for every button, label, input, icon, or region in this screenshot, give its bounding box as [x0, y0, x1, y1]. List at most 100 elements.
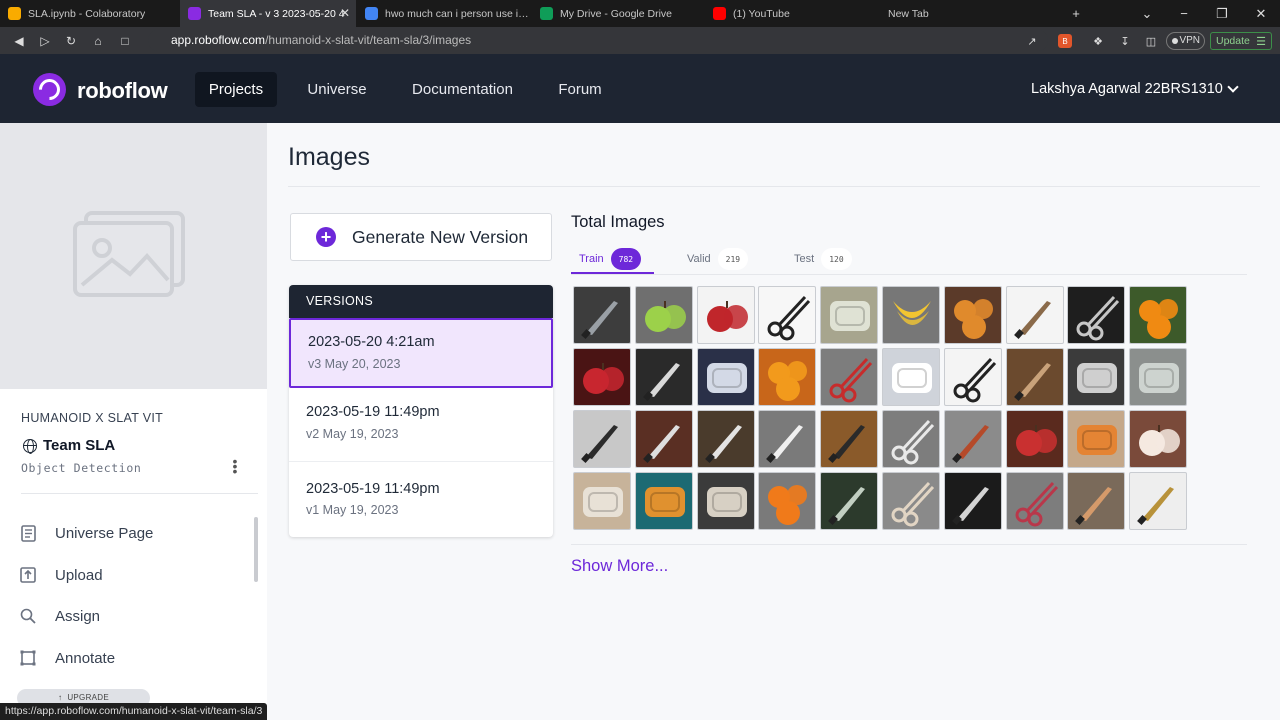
tab-search-icon[interactable]: ⌄ — [1136, 0, 1158, 27]
image-thumbnail-knife[interactable] — [573, 286, 631, 344]
tab-train[interactable]: Train 782 — [579, 245, 642, 273]
browser-tab[interactable]: Team SLA - v 3 2023-05-20 4 ✕ — [180, 0, 356, 27]
sidebar-toggle-icon[interactable]: ◫ — [1144, 34, 1158, 48]
image-thumbnail-knife[interactable] — [758, 410, 817, 468]
image-thumbnail-scissors[interactable] — [882, 472, 940, 530]
image-thumbnail-scissors[interactable] — [1067, 286, 1126, 344]
browser-tab-label: hwo much can i person use in go — [385, 7, 531, 20]
browser-tab[interactable]: SLA.ipynb - Colaboratory — [0, 0, 178, 27]
image-thumbnail-knife[interactable] — [573, 410, 631, 468]
image-thumbnail-pillow[interactable] — [820, 286, 879, 344]
roboflow-icon — [188, 7, 201, 20]
versions-header: VERSIONS — [289, 285, 553, 318]
annotate-icon — [19, 649, 37, 667]
browser-tab[interactable]: New Tab — [880, 0, 1060, 27]
show-more-link[interactable]: Show More... — [571, 557, 668, 576]
tab-count-badge: 120 — [821, 248, 852, 270]
image-thumbnail-scissors[interactable] — [882, 410, 940, 468]
new-tab-icon[interactable]: + — [1065, 0, 1087, 27]
image-thumbnail-apple[interactable] — [1005, 410, 1064, 468]
update-button[interactable]: Update ☰ — [1210, 32, 1272, 50]
image-thumbnail-pillow[interactable] — [696, 348, 755, 406]
browser-tab[interactable]: (1) YouTube — [705, 0, 879, 27]
close-window-icon[interactable]: ✕ — [1248, 0, 1274, 27]
grid-divider — [571, 544, 1247, 545]
image-thumbnail-apple[interactable] — [573, 348, 631, 406]
sidebar-item-universe-page[interactable]: Universe Page — [19, 521, 153, 545]
reload-icon[interactable]: ↻ — [62, 32, 80, 50]
image-thumbnail-apple[interactable] — [1129, 410, 1188, 468]
version-date: 2023-05-19 11:49pm — [306, 481, 440, 497]
search-icon — [19, 607, 37, 625]
download-icon[interactable]: ↧ — [1118, 34, 1132, 48]
image-thumbnail-pillow[interactable] — [573, 472, 631, 530]
upgrade-label: UPGRADE — [67, 693, 110, 702]
generate-new-version-button[interactable]: + Generate New Version — [290, 213, 552, 261]
image-thumbnail-knife[interactable] — [1005, 348, 1064, 406]
bookmark-icon[interactable]: □ — [116, 32, 134, 50]
tab-valid[interactable]: Valid 219 — [687, 245, 749, 273]
user-menu[interactable]: Lakshya Agarwal 22BRS1310 — [1031, 81, 1223, 97]
back-arrow-icon[interactable]: ◀ — [10, 32, 28, 50]
nav-forum[interactable]: Forum — [548, 72, 612, 107]
url-field[interactable]: app.roboflow.com/humanoid-x-slat-vit/tea… — [148, 30, 1048, 51]
image-thumbnail-knife[interactable] — [634, 348, 693, 406]
image-thumbnail-scissors[interactable] — [1005, 472, 1064, 530]
sidebar-item-assign[interactable]: Assign — [19, 604, 100, 628]
home-icon[interactable]: ⌂ — [89, 32, 107, 50]
browser-tab[interactable]: My Drive - Google Drive — [532, 0, 704, 27]
kebab-menu-icon[interactable]: • • • — [230, 454, 240, 478]
globe-icon — [23, 439, 37, 454]
image-thumbnail-knife[interactable] — [943, 472, 1002, 530]
sidebar-item-upload[interactable]: Upload — [19, 563, 103, 587]
forward-arrow-icon[interactable]: ▷ — [36, 32, 54, 50]
version-item-v3[interactable]: 2023-05-20 4:21am v3 May 20, 2023 — [289, 318, 553, 388]
logo-text[interactable]: roboflow — [77, 78, 168, 104]
extensions-icon[interactable]: ❖ — [1091, 34, 1105, 48]
image-thumbnail-pillow[interactable] — [1067, 348, 1126, 406]
nav-universe[interactable]: Universe — [297, 72, 377, 107]
browser-tab-label: My Drive - Google Drive — [560, 7, 673, 20]
image-thumbnail-orange[interactable] — [943, 286, 1002, 344]
image-thumbnail-orange[interactable] — [758, 472, 817, 530]
image-thumbnail-knife[interactable] — [696, 410, 755, 468]
image-thumbnail-pillow[interactable] — [1129, 348, 1188, 406]
image-thumbnail-scissors[interactable] — [820, 348, 879, 406]
sidebar-scrollbar[interactable] — [254, 517, 258, 582]
image-thumbnail-apple[interactable] — [696, 286, 755, 344]
browser-tab-label: SLA.ipynb - Colaboratory — [28, 7, 146, 20]
image-thumbnail-orange[interactable] — [758, 348, 817, 406]
roboflow-logo-icon[interactable] — [33, 73, 66, 106]
close-tab-icon[interactable]: ✕ — [340, 6, 350, 20]
image-thumbnail-knife[interactable] — [943, 410, 1002, 468]
nav-projects[interactable]: Projects — [195, 72, 277, 107]
image-thumbnail-knife[interactable] — [820, 472, 879, 530]
image-thumbnail-scissors[interactable] — [943, 348, 1002, 406]
page-icon — [19, 524, 37, 542]
image-thumbnail-knife[interactable] — [820, 410, 879, 468]
image-thumbnail-pillow[interactable] — [1067, 410, 1126, 468]
image-thumbnail-apple[interactable] — [634, 286, 693, 344]
image-thumbnail-pillow[interactable] — [634, 472, 693, 530]
version-item-v2[interactable]: 2023-05-19 11:49pm v2 May 19, 2023 — [289, 389, 553, 462]
image-thumbnail-knife[interactable] — [1129, 472, 1188, 530]
share-icon[interactable]: ↗ — [1025, 34, 1039, 48]
sidebar-item-annotate[interactable]: Annotate — [19, 646, 115, 670]
brave-shield-icon[interactable]: B — [1058, 34, 1072, 48]
image-thumbnail-orange[interactable] — [1129, 286, 1188, 344]
nav-documentation[interactable]: Documentation — [399, 72, 526, 107]
tab-test[interactable]: Test 120 — [794, 245, 852, 273]
vpn-button[interactable]: VPN — [1166, 32, 1205, 50]
image-thumbnail-banana[interactable] — [882, 286, 940, 344]
browser-tab[interactable]: hwo much can i person use in go — [357, 0, 531, 27]
version-item-v1[interactable]: 2023-05-19 11:49pm v1 May 19, 2023 — [289, 462, 553, 537]
image-thumbnail-pillow[interactable] — [882, 348, 940, 406]
version-date: 2023-05-20 4:21am — [308, 334, 435, 350]
image-thumbnail-pillow[interactable] — [696, 472, 755, 530]
image-thumbnail-knife[interactable] — [1067, 472, 1126, 530]
minimize-icon[interactable]: − — [1172, 0, 1196, 27]
image-thumbnail-knife[interactable] — [634, 410, 693, 468]
image-thumbnail-knife[interactable] — [1005, 286, 1064, 344]
image-thumbnail-scissors[interactable] — [758, 286, 817, 344]
restore-icon[interactable]: ❐ — [1210, 0, 1234, 27]
